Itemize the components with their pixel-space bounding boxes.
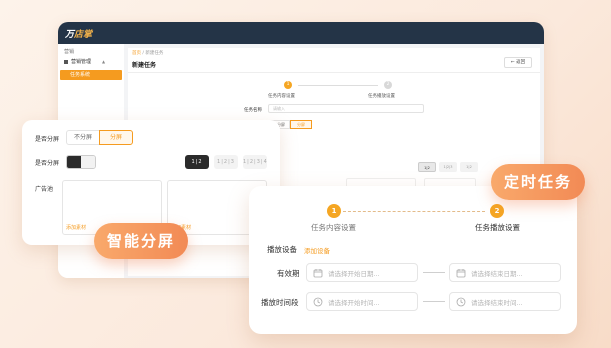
right-step-1-circle: 1 xyxy=(327,204,341,218)
right-step-connector xyxy=(343,211,485,212)
sidebar-item-task-system[interactable]: 任务系统 xyxy=(60,70,122,80)
end-date-input[interactable]: 请选择结束日期... xyxy=(449,263,561,282)
validity-label: 有效期 xyxy=(277,269,300,278)
start-time-input[interactable]: 请选择开始时间... xyxy=(306,292,418,311)
start-time-placeholder: 请选择开始时间... xyxy=(328,299,380,307)
end-time-input[interactable]: 请选择结束时间... xyxy=(449,292,561,311)
back-button[interactable]: ← 返回 xyxy=(504,57,532,68)
play-period-label: 播放时间段 xyxy=(261,298,299,307)
app-logo: 万店掌 xyxy=(65,29,93,39)
sidebar-group-label: 营销 xyxy=(64,49,75,55)
right-step-1-label: 任务内容设置 xyxy=(311,223,356,232)
start-date-input[interactable]: 请选择开始日期... xyxy=(306,263,418,282)
right-step-2-circle: 2 xyxy=(490,204,504,218)
menu-icon xyxy=(64,59,68,64)
clock-icon xyxy=(313,297,323,307)
start-date-placeholder: 请选择开始日期... xyxy=(328,270,380,278)
sidebar-menu-marketing[interactable]: 营销管理 ▲ xyxy=(64,58,105,65)
main-split-option-on[interactable]: 分屏 xyxy=(290,120,312,129)
main-layout-4[interactable]: 1|2 xyxy=(460,162,478,172)
add-device-link[interactable]: 添加设备 xyxy=(304,245,330,255)
breadcrumb: 首页 / 新建任务 xyxy=(132,50,163,56)
page-title: 新建任务 xyxy=(132,62,157,69)
toggle-off-half xyxy=(81,156,95,168)
split-option-on[interactable]: 分屏 xyxy=(99,130,133,145)
calendar-icon xyxy=(313,269,323,278)
add-material-link-1[interactable]: 添加素材 xyxy=(66,224,86,231)
step-1-circle: 1 xyxy=(284,81,292,89)
clock-icon xyxy=(456,297,466,307)
end-date-placeholder: 请选择结束日期... xyxy=(471,270,523,278)
end-time-placeholder: 请选择结束时间... xyxy=(471,299,523,307)
step-1-label: 任务内容设置 xyxy=(268,94,295,99)
ad-pool-label: 广告池 xyxy=(35,186,54,193)
date-range-separator xyxy=(423,272,445,273)
step-2-label: 任务播放设置 xyxy=(368,94,395,99)
split-method-label: 是否分屏 xyxy=(35,160,60,167)
device-label: 播放设备 xyxy=(267,245,297,254)
step-connector xyxy=(298,85,378,86)
task-name-input[interactable]: 请输入 xyxy=(268,104,424,113)
right-step-2-label: 任务播放设置 xyxy=(475,223,520,232)
layout-three-button[interactable]: 1|2|3 xyxy=(214,155,238,169)
task-name-label: 任务名称 xyxy=(244,108,262,113)
step-2-circle: 2 xyxy=(384,81,392,89)
split-method-toggle[interactable] xyxy=(66,155,96,169)
calendar-icon xyxy=(456,269,466,278)
chevron-up-icon: ▲ xyxy=(102,59,106,64)
sidebar-menu-label: 营销管理 xyxy=(71,59,92,65)
timed-task-card: 1 任务内容设置 2 任务播放设置 播放设备 添加设备 有效期 请选择开始日期.… xyxy=(249,186,577,334)
breadcrumb-home[interactable]: 首页 xyxy=(132,51,141,56)
timed-task-badge: 定时任务 xyxy=(491,164,585,200)
layout-four-button[interactable]: 1|2|3|4 xyxy=(243,155,267,169)
app-header: 万店掌 xyxy=(58,22,544,44)
split-option-off[interactable]: 不分屏 xyxy=(66,130,100,145)
divider xyxy=(128,72,540,73)
toggle-on-half xyxy=(67,156,81,168)
layout-two-button[interactable]: 1|2 xyxy=(185,155,209,169)
breadcrumb-current: / 新建任务 xyxy=(141,51,164,56)
time-range-separator xyxy=(423,301,445,302)
main-layout-2[interactable]: 1|2 xyxy=(418,162,436,172)
smart-split-badge: 智能分屏 xyxy=(94,223,188,259)
split-label: 是否分屏 xyxy=(35,136,60,143)
main-layout-3[interactable]: 1|2|3 xyxy=(439,162,457,172)
